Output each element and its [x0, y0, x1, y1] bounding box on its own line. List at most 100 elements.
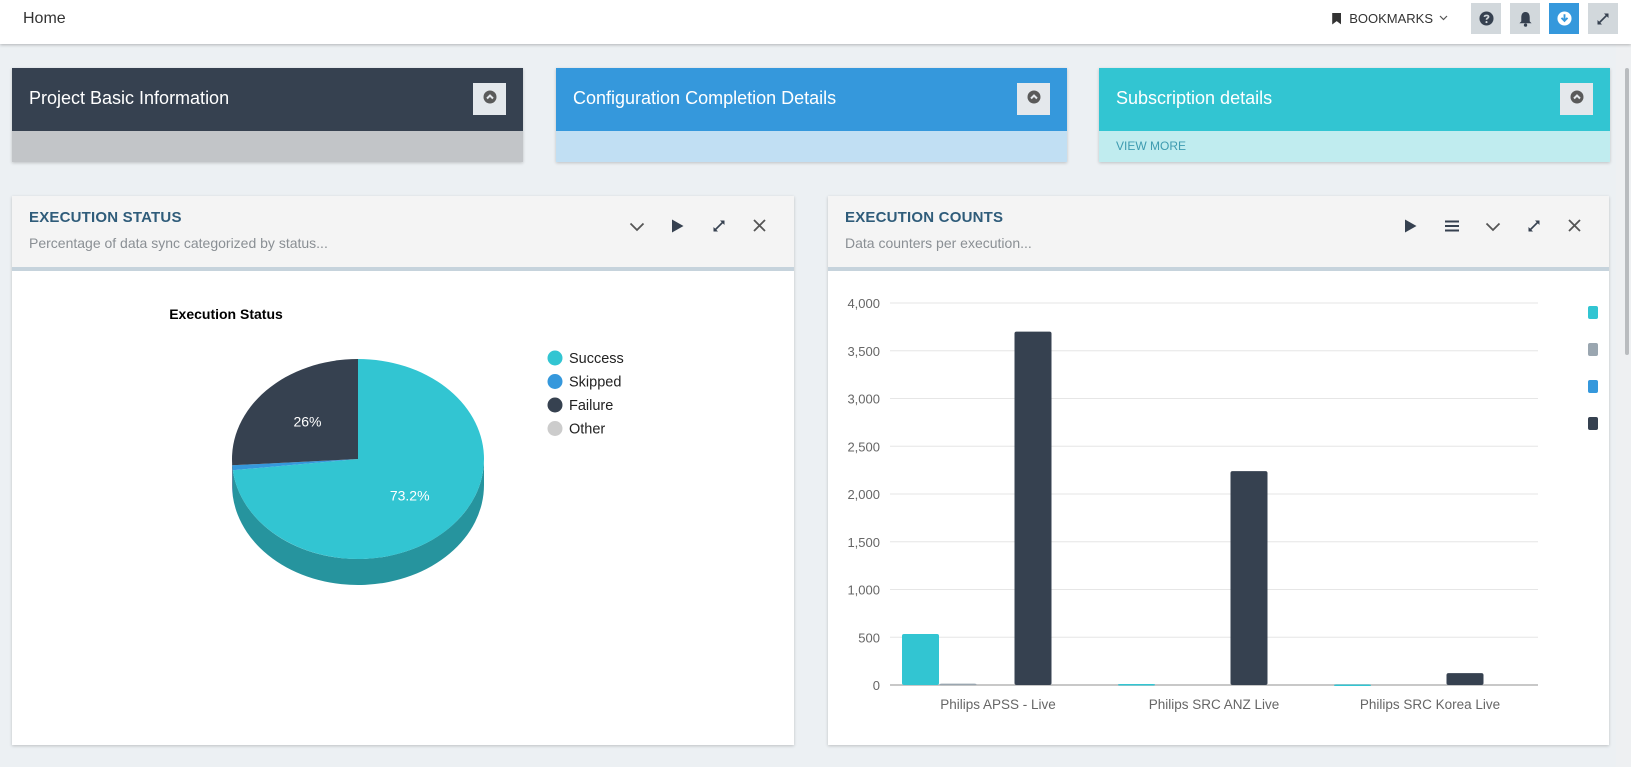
widget-subtitle: Data counters per execution... [845, 235, 1032, 251]
bar-bars [902, 331, 1484, 687]
pie-data-label: 26% [293, 413, 321, 429]
pie-title: Execution Status [169, 306, 283, 322]
widget-title: EXECUTION COUNTS [845, 209, 1004, 226]
y-tick-label: 500 [858, 630, 880, 645]
bar [1446, 673, 1484, 685]
pie-legend: Success Skipped Failure Other [547, 350, 624, 438]
bookmarks-dropdown[interactable]: BOOKMARKS [1332, 11, 1448, 26]
legend-label-success: Success [569, 351, 624, 367]
collapse-button[interactable] [1560, 83, 1593, 115]
card-title: Configuration Completion Details [573, 88, 837, 108]
close-button[interactable] [1554, 216, 1595, 240]
bar [1334, 684, 1371, 687]
card-title: Subscription details [1116, 88, 1273, 108]
pie-slices [232, 359, 485, 559]
execution-counts-bar-chart: 05001,0001,5002,0002,5003,0003,5004,000 … [847, 296, 1598, 712]
chevron-down-icon [1439, 13, 1448, 24]
play-icon [671, 219, 684, 238]
x-tick-label: Philips SRC ANZ Live [1149, 697, 1280, 712]
bookmark-icon [1332, 12, 1342, 25]
top-bar-actions: BOOKMARKS [1332, 3, 1618, 34]
legend-swatch [1588, 417, 1598, 430]
bar [902, 634, 939, 685]
close-icon [753, 219, 766, 237]
breadcrumb-home[interactable]: Home [23, 10, 66, 28]
y-tick-label: 3,500 [847, 344, 880, 359]
pie-depth-skipped [232, 465, 233, 497]
pie-slice-failure [232, 359, 358, 466]
bar [939, 683, 977, 686]
run-button[interactable] [1390, 216, 1431, 240]
page-scrollbar-thumb[interactable] [1625, 68, 1629, 355]
y-tick-label: 2,000 [847, 487, 880, 502]
card-header: Configuration Completion Details [556, 68, 1067, 131]
menu-button[interactable] [1431, 216, 1472, 240]
y-tick-label: 1,000 [847, 583, 880, 598]
legend-swatch-failure [547, 397, 563, 413]
y-tick-label: 4,000 [847, 296, 880, 311]
fullscreen-button[interactable] [1588, 3, 1618, 34]
y-tick-label: 3,000 [847, 392, 880, 407]
help-icon [1478, 11, 1494, 26]
download-icon [1556, 11, 1572, 26]
run-button[interactable] [657, 216, 698, 240]
chevron-up-circle-icon [1027, 90, 1041, 109]
expand-button[interactable] [698, 216, 739, 240]
expand-icon [712, 219, 726, 238]
bookmarks-label: BOOKMARKS [1349, 11, 1433, 26]
card-title: Project Basic Information [29, 88, 230, 108]
bar-gridlines [890, 302, 1538, 686]
card-footer [12, 131, 523, 162]
expand-icon [1527, 219, 1541, 238]
widget-subtitle: Percentage of data sync categorized by s… [29, 235, 328, 251]
widget-tools [616, 216, 780, 240]
expand-button[interactable] [1513, 216, 1554, 240]
download-button[interactable] [1549, 3, 1579, 34]
x-tick-label: Philips APSS - Live [940, 697, 1056, 712]
legend-swatch [1588, 380, 1598, 393]
collapse-button[interactable] [473, 83, 506, 115]
bar-y-tick-labels: 0 500 1,000 1,500 2,000 2,500 3,000 3,500 4,000 [847, 296, 880, 693]
legend-swatch-success [547, 350, 563, 366]
widget-tools [1390, 216, 1595, 240]
close-icon [1568, 219, 1581, 237]
legend-label-other: Other [569, 422, 605, 438]
configuration-completion-card: Configuration Completion Details [556, 68, 1067, 162]
subscription-details-card: Subscription details VIEW MORE [1099, 68, 1610, 162]
legend-swatch-other [547, 421, 563, 436]
chevron-down-icon [629, 219, 645, 237]
legend-swatch-skipped [547, 374, 563, 389]
bell-icon [1518, 11, 1533, 27]
y-tick-label: 1,500 [847, 535, 880, 550]
close-button[interactable] [739, 216, 780, 240]
widget-header: EXECUTION STATUS Percentage of data sync… [12, 196, 794, 271]
chevron-up-circle-icon [1570, 90, 1584, 109]
legend-swatch [1588, 343, 1598, 356]
bar [1230, 471, 1268, 685]
fullscreen-icon [1596, 12, 1610, 26]
execution-counts-widget: EXECUTION COUNTS Data counters per execu… [828, 196, 1609, 745]
notifications-button[interactable] [1510, 3, 1540, 34]
bar-x-tick-labels: Philips APSS - Live Philips SRC ANZ Live P… [940, 697, 1500, 712]
legend-label-failure: Failure [569, 398, 613, 414]
chevron-down-icon [1485, 219, 1501, 237]
view-more-link[interactable]: VIEW MORE [1116, 139, 1186, 153]
card-footer [556, 131, 1067, 162]
legend-label-skipped: Skipped [569, 375, 621, 391]
play-icon [1404, 219, 1417, 238]
menu-icon [1444, 219, 1459, 237]
collapse-button[interactable] [1472, 216, 1513, 240]
collapse-button[interactable] [616, 216, 657, 240]
card-footer: VIEW MORE [1099, 131, 1610, 162]
execution-status-widget: EXECUTION STATUS Percentage of data sync… [12, 196, 794, 745]
top-bar: Home BOOKMARKS [0, 0, 1631, 44]
card-header: Project Basic Information [12, 68, 523, 131]
chevron-up-circle-icon [483, 90, 497, 109]
help-button[interactable] [1471, 3, 1501, 34]
y-tick-label: 2,500 [847, 439, 880, 454]
bar [1118, 684, 1155, 686]
legend-swatch [1588, 306, 1598, 319]
card-header: Subscription details [1099, 68, 1610, 131]
collapse-button[interactable] [1017, 83, 1050, 115]
pie-data-label: 73.2% [390, 488, 430, 504]
